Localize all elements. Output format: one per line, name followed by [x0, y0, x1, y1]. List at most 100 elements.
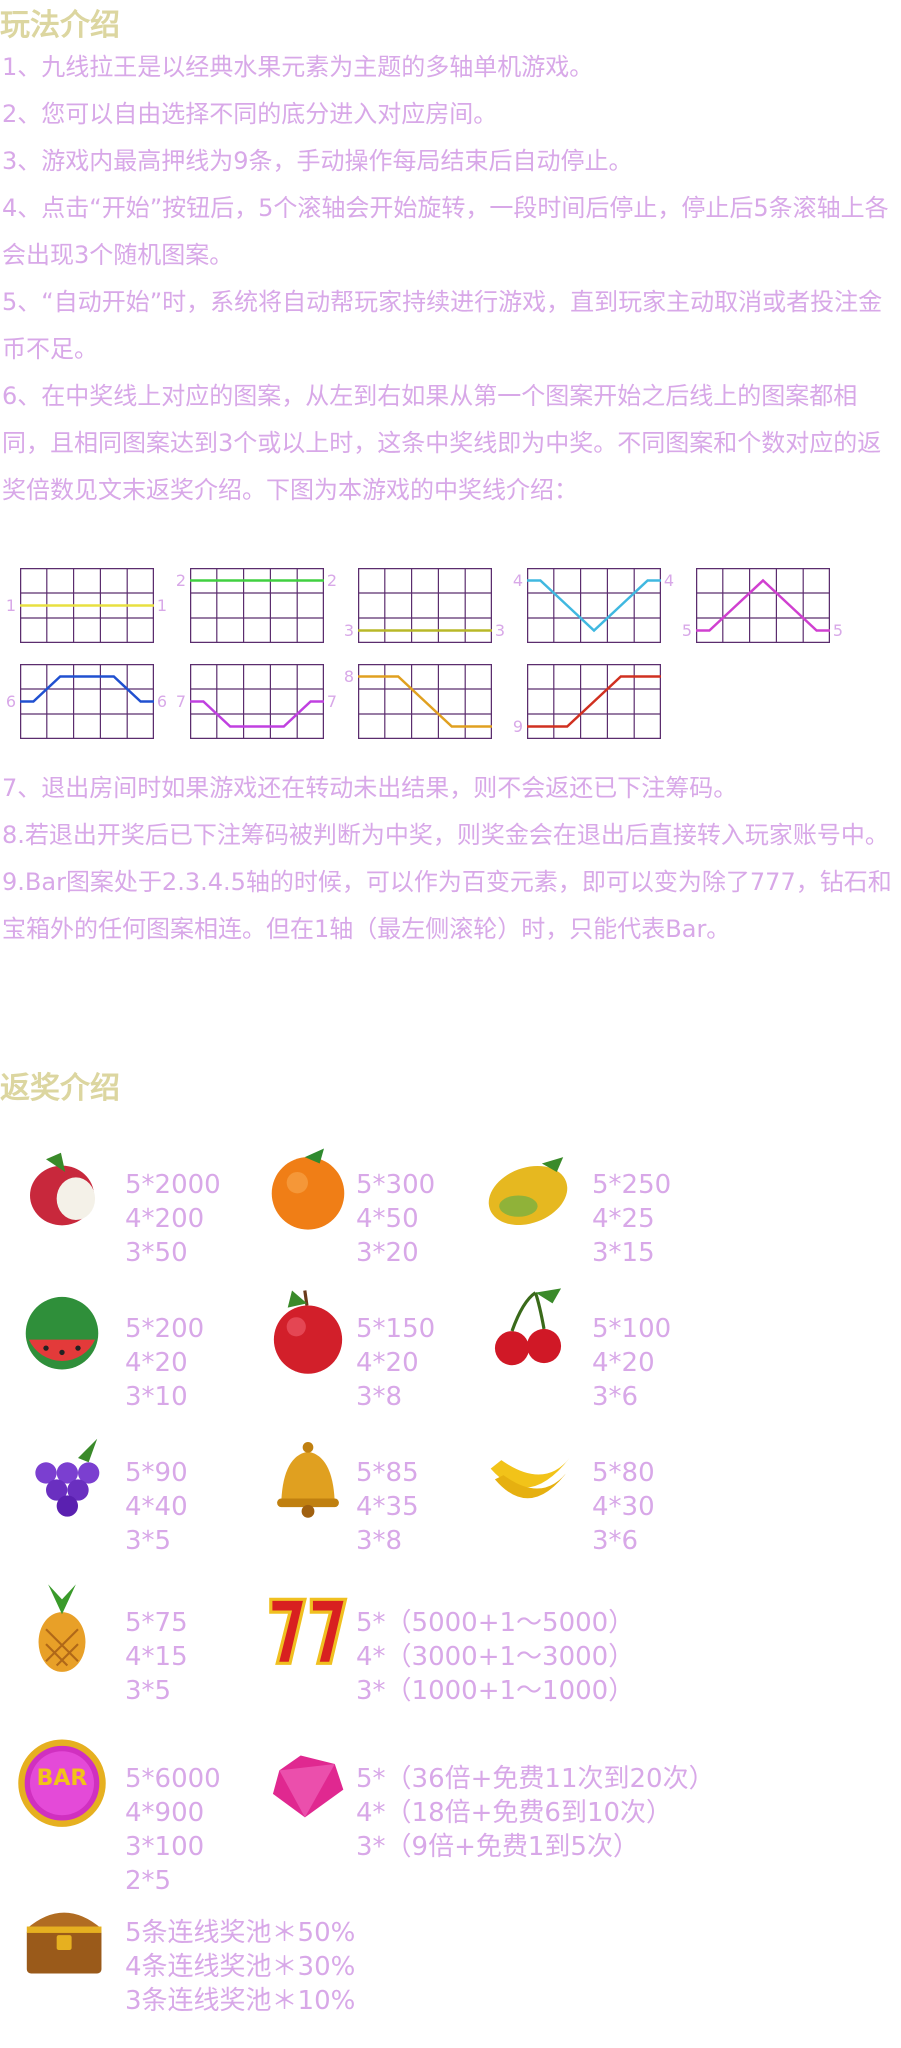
lychee-icon	[14, 1140, 110, 1236]
payout-line: 4*15	[125, 1642, 188, 1672]
payout-line: 3*15	[592, 1238, 655, 1268]
payout-line: 5条连线奖池＊50%	[125, 1918, 356, 1948]
payout-line: 4条连线奖池＊30%	[125, 1952, 356, 1982]
payout-line: 5*85	[356, 1458, 419, 1488]
payout-line: 5*2000	[125, 1170, 221, 1200]
rule-item: 1、九线拉王是以经典水果元素为主题的多轴单机游戏。	[2, 53, 594, 81]
payout-values: 5*200 4*20 3*10	[125, 1312, 204, 1414]
section-title-rules: 玩法介绍	[0, 8, 120, 43]
payline-grid-2	[190, 568, 324, 643]
payout-values: 5*75 4*15 3*5	[125, 1606, 188, 1708]
payout-values: 5*250 4*25 3*15	[592, 1168, 671, 1270]
payout-line: 4*25	[592, 1204, 655, 1234]
payline-grid-9	[527, 664, 661, 739]
payout-line: 5*（5000+1～5000）	[356, 1608, 635, 1638]
orange-icon	[260, 1140, 356, 1236]
rule-item: 3、游戏内最高押线为9条，手动操作每局结束后自动停止。	[2, 147, 633, 175]
payout-line: 3*6	[592, 1382, 639, 1412]
payout-line: 3*20	[356, 1238, 419, 1268]
payline-grid-8	[358, 664, 492, 739]
payout-values: 5*100 4*20 3*6	[592, 1312, 671, 1414]
payout-line: 5*200	[125, 1314, 205, 1344]
payline-grid-5	[696, 568, 830, 643]
payline-number-right: 1	[156, 595, 168, 615]
payline-grid-1	[20, 568, 154, 643]
banana-icon	[480, 1426, 576, 1522]
rule-item: 7、退出房间时如果游戏还在转动未出结果，则不会返还已下注筹码。	[2, 774, 738, 802]
payout-values: 5*（36倍+免费11次到20次） 4*（18倍+免费6到10次） 3*（9倍+免费…	[356, 1762, 715, 1864]
payout-values: 5*150 4*20 3*8	[356, 1312, 435, 1414]
payout-line: 3*50	[125, 1238, 188, 1268]
payline-path	[527, 675, 661, 728]
payout-line: 3*10	[125, 1382, 188, 1412]
section-title-payouts: 返奖介绍	[0, 1071, 120, 1106]
payout-line: 4*（3000+1～3000）	[356, 1642, 635, 1672]
payout-line: 5*90	[125, 1458, 188, 1488]
payline-number-left: 3	[343, 620, 355, 640]
payline-number-left: 1	[5, 595, 17, 615]
payout-line: 5*80	[592, 1458, 655, 1488]
payout-line: 5*250	[592, 1170, 672, 1200]
payline-diagrams: 1122334455667789	[0, 560, 901, 760]
rule-item: 6、在中奖线上对应的图案，从左到右如果从第一个图案开始之后线上的图案都相同，且相…	[2, 382, 882, 504]
payline-grid-6	[20, 664, 154, 739]
payline-number-left: 8	[343, 666, 355, 686]
payout-line: 5*100	[592, 1314, 672, 1344]
treasure-chest-icon	[14, 1886, 110, 1982]
payout-values: 5*80 4*30 3*6	[592, 1456, 655, 1558]
payout-line: 4*50	[356, 1204, 419, 1234]
payout-line: 5*（36倍+免费11次到20次）	[356, 1764, 715, 1794]
payout-line: 4*（18倍+免费6到10次）	[356, 1798, 673, 1828]
payout-values: 5*6000 4*900 3*100 2*5	[125, 1762, 221, 1898]
payline-grid-3	[358, 568, 492, 643]
payout-line: 5*6000	[125, 1764, 221, 1794]
rules-text-block-2: 7、退出房间时如果游戏还在转动未出结果，则不会返还已下注筹码。 8.若退出开奖后…	[2, 765, 897, 953]
payline-number-left: 4	[512, 570, 524, 590]
pineapple-icon	[14, 1578, 110, 1674]
rule-item: 8.若退出开奖后已下注筹码被判断为中奖，则奖金会在退出后直接转入玩家账号中。	[2, 821, 889, 849]
payout-line: 3*5	[125, 1526, 172, 1556]
bar-icon: BAR	[14, 1732, 110, 1828]
bell-icon	[260, 1426, 356, 1522]
payout-values: 5*90 4*40 3*5	[125, 1456, 188, 1558]
payline-number-right: 2	[326, 570, 338, 590]
seven-icon	[258, 1578, 354, 1674]
payline-number-right: 4	[663, 570, 675, 590]
payout-line: 4*35	[356, 1492, 419, 1522]
payout-line: 4*40	[125, 1492, 188, 1522]
watermelon-icon	[14, 1282, 110, 1378]
payout-values: 5*（5000+1～5000） 4*（3000+1～3000） 3*（1000+1～…	[356, 1606, 634, 1708]
payout-line: 4*30	[592, 1492, 655, 1522]
payout-values: 5条连线奖池＊50% 4条连线奖池＊30% 3条连线奖池＊10%	[125, 1916, 355, 2018]
rule-item: 4、点击“开始”按钮后，5个滚轴会开始旋转，一段时间后停止，停止后5条滚轴上各会…	[2, 194, 889, 269]
payout-line: 3条连线奖池＊10%	[125, 1986, 356, 2016]
payline-number-left: 2	[175, 570, 187, 590]
diamond-icon	[258, 1732, 354, 1828]
payout-line: 4*200	[125, 1204, 205, 1234]
payline-grid-4	[527, 568, 661, 643]
rule-item: 5、“自动开始”时，系统将自动帮玩家持续进行游戏，直到玩家主动取消或者投注金币不…	[2, 288, 883, 363]
payout-line: 3*（1000+1～1000）	[356, 1676, 635, 1706]
payout-line: 3*5	[125, 1676, 172, 1706]
cherry-icon	[480, 1282, 576, 1378]
rule-item: 2、您可以自由选择不同的底分进入对应房间。	[2, 100, 498, 128]
payout-line: 3*6	[592, 1526, 639, 1556]
rule-item: 9.Bar图案处于2.3.4.5轴的时候，可以作为百变元素，即可以变为除了777…	[2, 868, 892, 943]
payline-number-right: 7	[326, 691, 338, 711]
grapes-icon	[14, 1426, 110, 1522]
payline-number-right: 3	[494, 620, 506, 640]
payline-number-left: 5	[681, 620, 693, 640]
payout-line: 4*900	[125, 1798, 205, 1828]
payline-number-left: 9	[512, 716, 524, 736]
payline-number-right: 6	[156, 691, 168, 711]
payout-line: 3*8	[356, 1526, 403, 1556]
payout-line: 4*20	[356, 1348, 419, 1378]
payline-number-left: 7	[175, 691, 187, 711]
payout-line: 4*20	[125, 1348, 188, 1378]
apple-icon	[260, 1282, 356, 1378]
payline-grid-7	[190, 664, 324, 739]
mango-icon	[480, 1140, 576, 1236]
payout-line: 3*（9倍+免费1到5次）	[356, 1832, 639, 1862]
payout-line: 5*75	[125, 1608, 188, 1638]
payout-values: 5*2000 4*200 3*50	[125, 1168, 221, 1270]
